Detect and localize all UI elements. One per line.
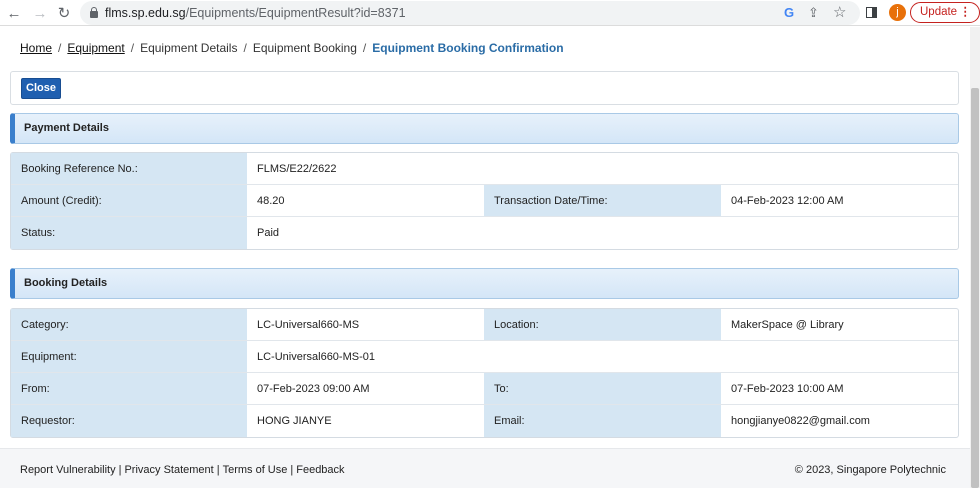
email-value: hongjianye0822@gmail.com	[731, 415, 870, 427]
footer-separator: |	[118, 464, 122, 476]
table-row: Category: LC-Universal660-MS Location: M…	[11, 309, 958, 341]
amount-value: 48.20	[257, 195, 285, 207]
status-label: Status:	[11, 217, 247, 249]
table-row: Status: Paid	[11, 217, 958, 249]
menu-dots-icon[interactable]: ⋮	[960, 3, 972, 21]
booking-details-header: Booking Details	[10, 268, 959, 299]
url-path: /Equipments/EquipmentResult?id=8371	[185, 6, 406, 20]
table-row: Booking Reference No.: FLMS/E22/2622	[11, 153, 958, 185]
bookmark-star-icon[interactable]: ☆	[833, 3, 846, 21]
table-row: Equipment: LC-Universal660-MS-01	[11, 341, 958, 373]
payment-details-header: Payment Details	[10, 113, 959, 144]
update-label: Update	[920, 6, 958, 18]
footer-link-report-vulnerability[interactable]: Report Vulnerability	[20, 464, 116, 476]
footer-link-terms-of-use[interactable]: Terms of Use	[223, 464, 288, 476]
browser-toolbar: ← → ↻ flms.sp.edu.sg/Equipments/Equipmen…	[0, 0, 980, 26]
amount-label: Amount (Credit):	[11, 185, 247, 216]
copyright-text: © 2023, Singapore Polytechnic	[794, 464, 946, 476]
breadcrumb-home[interactable]: Home	[20, 41, 52, 55]
breadcrumb-equipment-details: Equipment Details	[140, 41, 238, 55]
scrollbar-thumb[interactable]	[971, 88, 979, 488]
update-button[interactable]: Update ⋮	[910, 2, 980, 23]
equipment-label: Equipment:	[11, 341, 247, 372]
footer-separator: |	[290, 464, 294, 476]
footer-links: Report Vulnerability | Privacy Statement | T…	[20, 464, 345, 476]
breadcrumb-separator: /	[58, 41, 62, 55]
lock-icon[interactable]	[90, 7, 98, 18]
table-row: From: 07-Feb-2023 09:00 AM To: 07-Feb-20…	[11, 373, 958, 405]
from-label: From:	[11, 373, 247, 404]
breadcrumb-current: Equipment Booking Confirmation	[372, 41, 564, 55]
footer-separator: |	[216, 464, 220, 476]
to-value: 07-Feb-2023 10:00 AM	[731, 383, 844, 395]
page-footer: Report Vulnerability | Privacy Statement | T…	[0, 448, 970, 488]
breadcrumb-separator: /	[243, 41, 247, 55]
transaction-label: Transaction Date/Time:	[484, 185, 721, 216]
booking-ref-label: Booking Reference No.:	[11, 153, 247, 184]
email-label: Email:	[484, 405, 721, 437]
close-button[interactable]: Close	[21, 78, 61, 99]
profile-avatar[interactable]: j	[889, 4, 906, 21]
address-bar[interactable]: flms.sp.edu.sg/Equipments/EquipmentResul…	[80, 1, 860, 25]
breadcrumb-equipment[interactable]: Equipment	[67, 41, 124, 55]
category-label: Category:	[11, 309, 247, 340]
breadcrumb-separator: /	[130, 41, 135, 55]
reload-icon[interactable]: ↻	[54, 3, 74, 23]
footer-link-feedback[interactable]: Feedback	[296, 464, 344, 476]
category-value: LC-Universal660-MS	[257, 319, 360, 331]
booking-ref-value: FLMS/E22/2622	[257, 163, 337, 175]
breadcrumb: Home / Equipment / Equipment Details / Equipme…	[20, 41, 564, 55]
url-text[interactable]: flms.sp.edu.sg/Equipments/EquipmentResul…	[105, 6, 406, 20]
booking-details-table: Category: LC-Universal660-MS Location: M…	[10, 308, 959, 438]
action-bar: Close	[10, 71, 959, 105]
table-row: Requestor: HONG JIANYE Email: hongjianye…	[11, 405, 958, 437]
to-label: To:	[484, 373, 721, 404]
google-lens-icon[interactable]: G	[784, 5, 794, 20]
location-value: MakerSpace @ Library	[731, 319, 844, 331]
breadcrumb-separator: /	[362, 41, 367, 55]
requestor-value: HONG JIANYE	[257, 415, 332, 427]
back-arrow-icon[interactable]: ←	[4, 3, 24, 23]
footer-link-privacy-statement[interactable]: Privacy Statement	[124, 464, 213, 476]
page-content: Home / Equipment / Equipment Details / Equipme…	[0, 27, 970, 488]
equipment-value: LC-Universal660-MS-01	[257, 351, 375, 363]
payment-details-table: Booking Reference No.: FLMS/E22/2622 Amo…	[10, 152, 959, 250]
from-value: 07-Feb-2023 09:00 AM	[257, 383, 370, 395]
location-label: Location:	[484, 309, 721, 340]
url-host: flms.sp.edu.sg	[105, 6, 186, 20]
table-row: Amount (Credit): 48.20 Transaction Date/…	[11, 185, 958, 217]
transaction-value: 04-Feb-2023 12:00 AM	[731, 195, 844, 207]
status-value: Paid	[257, 227, 280, 239]
forward-arrow-icon[interactable]: →	[30, 3, 50, 23]
share-icon[interactable]: ⇪	[808, 5, 819, 21]
requestor-label: Requestor:	[11, 405, 247, 437]
breadcrumb-equipment-booking: Equipment Booking	[252, 41, 357, 55]
side-panel-icon[interactable]	[866, 7, 877, 18]
